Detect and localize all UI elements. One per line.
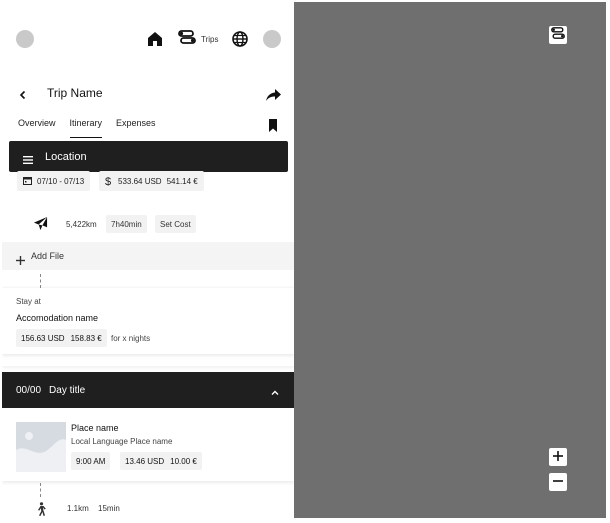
place-card[interactable]: Place name Local Language Place name 9:0… [2,411,294,481]
accommodation-cost-chip[interactable]: 156.63 USD 158.83 € [16,329,107,347]
minus-icon [553,473,563,491]
svg-text:$: $ [105,176,111,186]
tab-overview[interactable]: Overview [18,118,56,138]
accommodation-cost-eur: 158.83 € [70,333,102,343]
tab-bar: Overview Itinerary Expenses [18,118,156,138]
plane-icon [32,215,48,231]
divider [2,360,294,366]
plus-icon [553,448,563,466]
place-name: Place name [71,423,119,433]
walk-icon [35,502,47,516]
app-frame: Trips Trip Name Overview Itinerary Expen… [2,2,606,518]
top-nav: Trips [2,2,294,77]
calendar-icon [23,176,32,187]
stay-label: Stay at [16,297,41,306]
list-icon [23,152,33,164]
cost-eur: 541.14 € [166,176,198,186]
route-toggle-button[interactable] [549,26,567,44]
plus-icon [16,252,25,265]
location-label: Location [45,150,87,163]
zoom-out-button[interactable] [549,473,567,491]
location-header[interactable]: Location [9,141,288,172]
date-range: 07/10 - 07/13 [37,176,85,186]
timeline-connector [40,483,41,497]
trips-link[interactable]: Trips [178,29,219,49]
cost-usd: 533.64 USD [118,176,162,186]
flight-duration: 7h40min [106,215,147,233]
day-header[interactable]: 00/00 Day title [2,372,294,408]
nights-text: for x nights [111,334,151,343]
flight-distance: 5,422km [66,220,97,229]
accommodation-cost-usd: 156.63 USD [21,333,65,343]
walk-distance: 1.1km [67,504,89,513]
tab-itinerary[interactable]: Itinerary [69,118,103,138]
set-cost-button[interactable]: Set Cost [155,215,196,233]
stay-card[interactable]: Stay at Accomodation name 156.63 USD 158… [2,288,294,354]
back-icon[interactable] [16,88,30,102]
trips-label: Trips [201,34,219,44]
home-icon[interactable] [146,30,164,48]
map-view[interactable] [294,2,606,518]
place-time-chip[interactable]: 9:00 AM [71,452,111,470]
itinerary-panel: Trips Trip Name Overview Itinerary Expen… [2,2,294,518]
day-date: 00/00 [16,384,42,396]
page-title: Trip Name [47,86,103,100]
place-local-name: Local Language Place name [71,437,173,446]
add-file-button[interactable]: Add File [2,242,294,270]
date-range-chip[interactable]: 07/10 - 07/13 [17,171,91,191]
place-cost-eur: 10.00 € [170,456,197,466]
place-cost-usd: 13.46 USD [125,456,165,466]
location-cost-chip[interactable]: $ 533.64 USD 541.14 € [99,171,204,191]
globe-icon[interactable] [231,30,249,48]
route-icon [551,26,565,44]
logo-avatar[interactable] [16,30,34,48]
chevron-up-icon[interactable] [270,385,280,395]
dollar-icon: $ [105,175,113,188]
accommodation-name: Accomodation name [16,313,99,323]
share-icon[interactable] [265,87,281,103]
zoom-in-button[interactable] [549,448,567,466]
day-title: Day title [49,384,86,396]
timeline-connector [40,274,41,288]
bookmark-icon[interactable] [268,118,278,132]
add-file-label: Add File [31,251,65,261]
user-avatar[interactable] [263,30,281,48]
place-cost-chip[interactable]: 13.46 USD 10.00 € [120,452,202,470]
place-image [16,422,66,472]
route-icon [178,29,196,49]
walk-duration: 15min [98,504,120,513]
tab-expenses[interactable]: Expenses [116,118,156,138]
